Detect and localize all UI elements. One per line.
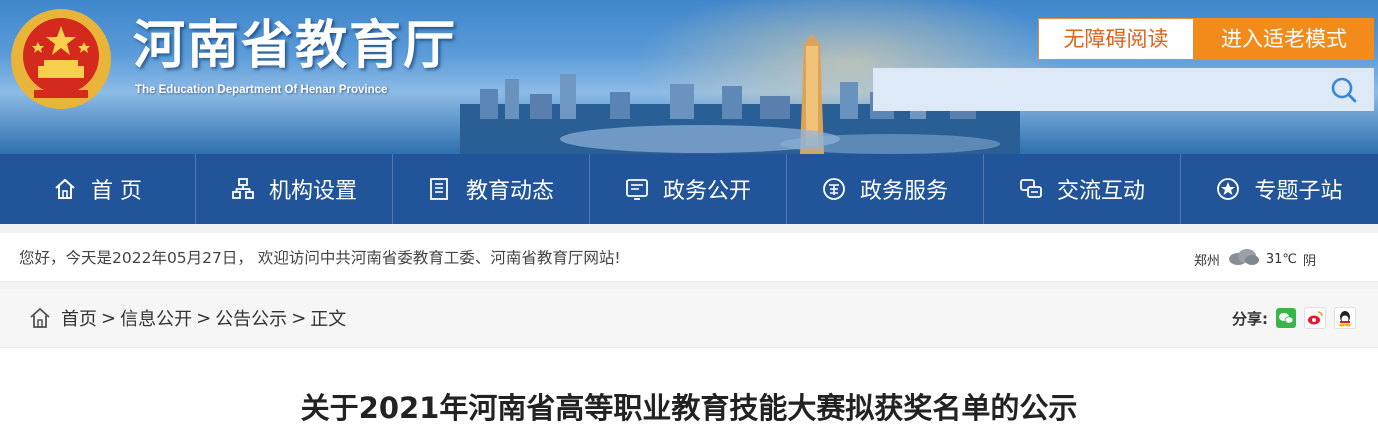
search-input[interactable] xyxy=(883,74,1317,106)
welcome-bar: 您好，今天是2022年05月27日， 欢迎访问中共河南省委教育工委、河南省教育厅… xyxy=(0,233,1378,281)
site-subtitle: The Education Department Of Henan Provin… xyxy=(135,84,388,96)
interaction-icon xyxy=(1019,177,1043,201)
home-icon xyxy=(53,177,77,201)
weather-city: 郑州 xyxy=(1193,253,1220,269)
site-title: 河南省教育厅 xyxy=(133,16,458,76)
nav-item-interaction[interactable]: 交流互动 xyxy=(984,154,1181,224)
breadcrumb-current: 正文 xyxy=(310,309,347,330)
main-nav: 首 页 机构设置 教育动态 政务公开 政务服务 交流互动 专题子站 xyxy=(0,154,1378,224)
breadcrumb-separator: > xyxy=(291,307,307,329)
nav-item-gov-open[interactable]: 政务公开 xyxy=(590,154,787,224)
breadcrumb-link-home[interactable]: 首页 xyxy=(61,305,97,331)
wechat-share-icon[interactable] xyxy=(1276,308,1296,328)
breadcrumb-bar: 首页 > 信息公开 > 公告公示 > 正文 分享: xyxy=(0,289,1378,348)
accessibility-reading-button[interactable]: 无障碍阅读 xyxy=(1038,18,1194,60)
elder-mode-button[interactable]: 进入适老模式 xyxy=(1194,18,1374,60)
gov-service-icon xyxy=(822,177,846,201)
article-title: 关于2021年河南省高等职业教育技能大赛拟获奖名单的公示 xyxy=(300,391,1078,425)
national-emblem-icon xyxy=(8,6,114,112)
topic-icon xyxy=(1216,177,1240,201)
cloud-icon xyxy=(1226,248,1260,270)
org-icon xyxy=(231,177,255,201)
nav-label: 交流互动 xyxy=(1056,179,1145,204)
breadcrumb: 首页 > 信息公开 > 公告公示 > 正文 xyxy=(29,305,346,331)
weather-condition: 阴 xyxy=(1302,253,1316,269)
nav-label: 专题子站 xyxy=(1254,179,1343,204)
gov-open-icon xyxy=(625,177,649,201)
nav-label: 机构设置 xyxy=(268,179,357,204)
share-label: 分享: xyxy=(1232,309,1268,328)
nav-item-topics[interactable]: 专题子站 xyxy=(1181,154,1378,224)
search-icon[interactable] xyxy=(1330,76,1358,104)
breadcrumb-link-info-open[interactable]: 信息公开 xyxy=(120,305,192,331)
nav-label: 教育动态 xyxy=(465,179,554,204)
breadcrumb-separator: > xyxy=(196,307,212,329)
weather-temperature: 31℃ xyxy=(1265,251,1297,267)
header-banner: 河南省教育厅 The Education Department Of Henan… xyxy=(0,0,1378,154)
breadcrumb-separator: > xyxy=(101,307,117,329)
search-box xyxy=(873,68,1374,111)
weather-widget: 郑州 31℃ 阴 xyxy=(1194,248,1316,270)
home-icon xyxy=(29,307,51,329)
nav-label: 政务服务 xyxy=(859,179,948,204)
breadcrumb-link-announcements[interactable]: 公告公示 xyxy=(215,305,287,331)
nav-item-education-news[interactable]: 教育动态 xyxy=(393,154,590,224)
welcome-text: 您好，今天是2022年05月27日， 欢迎访问中共河南省委教育工委、河南省教育厅… xyxy=(19,249,621,267)
weibo-share-icon[interactable] xyxy=(1304,307,1326,329)
nav-label: 首 页 xyxy=(91,179,142,204)
qq-share-icon[interactable] xyxy=(1334,307,1356,329)
nav-label: 政务公开 xyxy=(662,179,751,204)
share-bar: 分享: xyxy=(1232,307,1356,329)
nav-item-gov-service[interactable]: 政务服务 xyxy=(787,154,984,224)
nav-item-organization[interactable]: 机构设置 xyxy=(196,154,393,224)
content-panel: 首页 > 信息公开 > 公告公示 > 正文 分享: 关于2021年河南省高等职业… xyxy=(0,289,1378,429)
news-icon xyxy=(428,177,452,201)
nav-item-home[interactable]: 首 页 xyxy=(0,154,196,224)
